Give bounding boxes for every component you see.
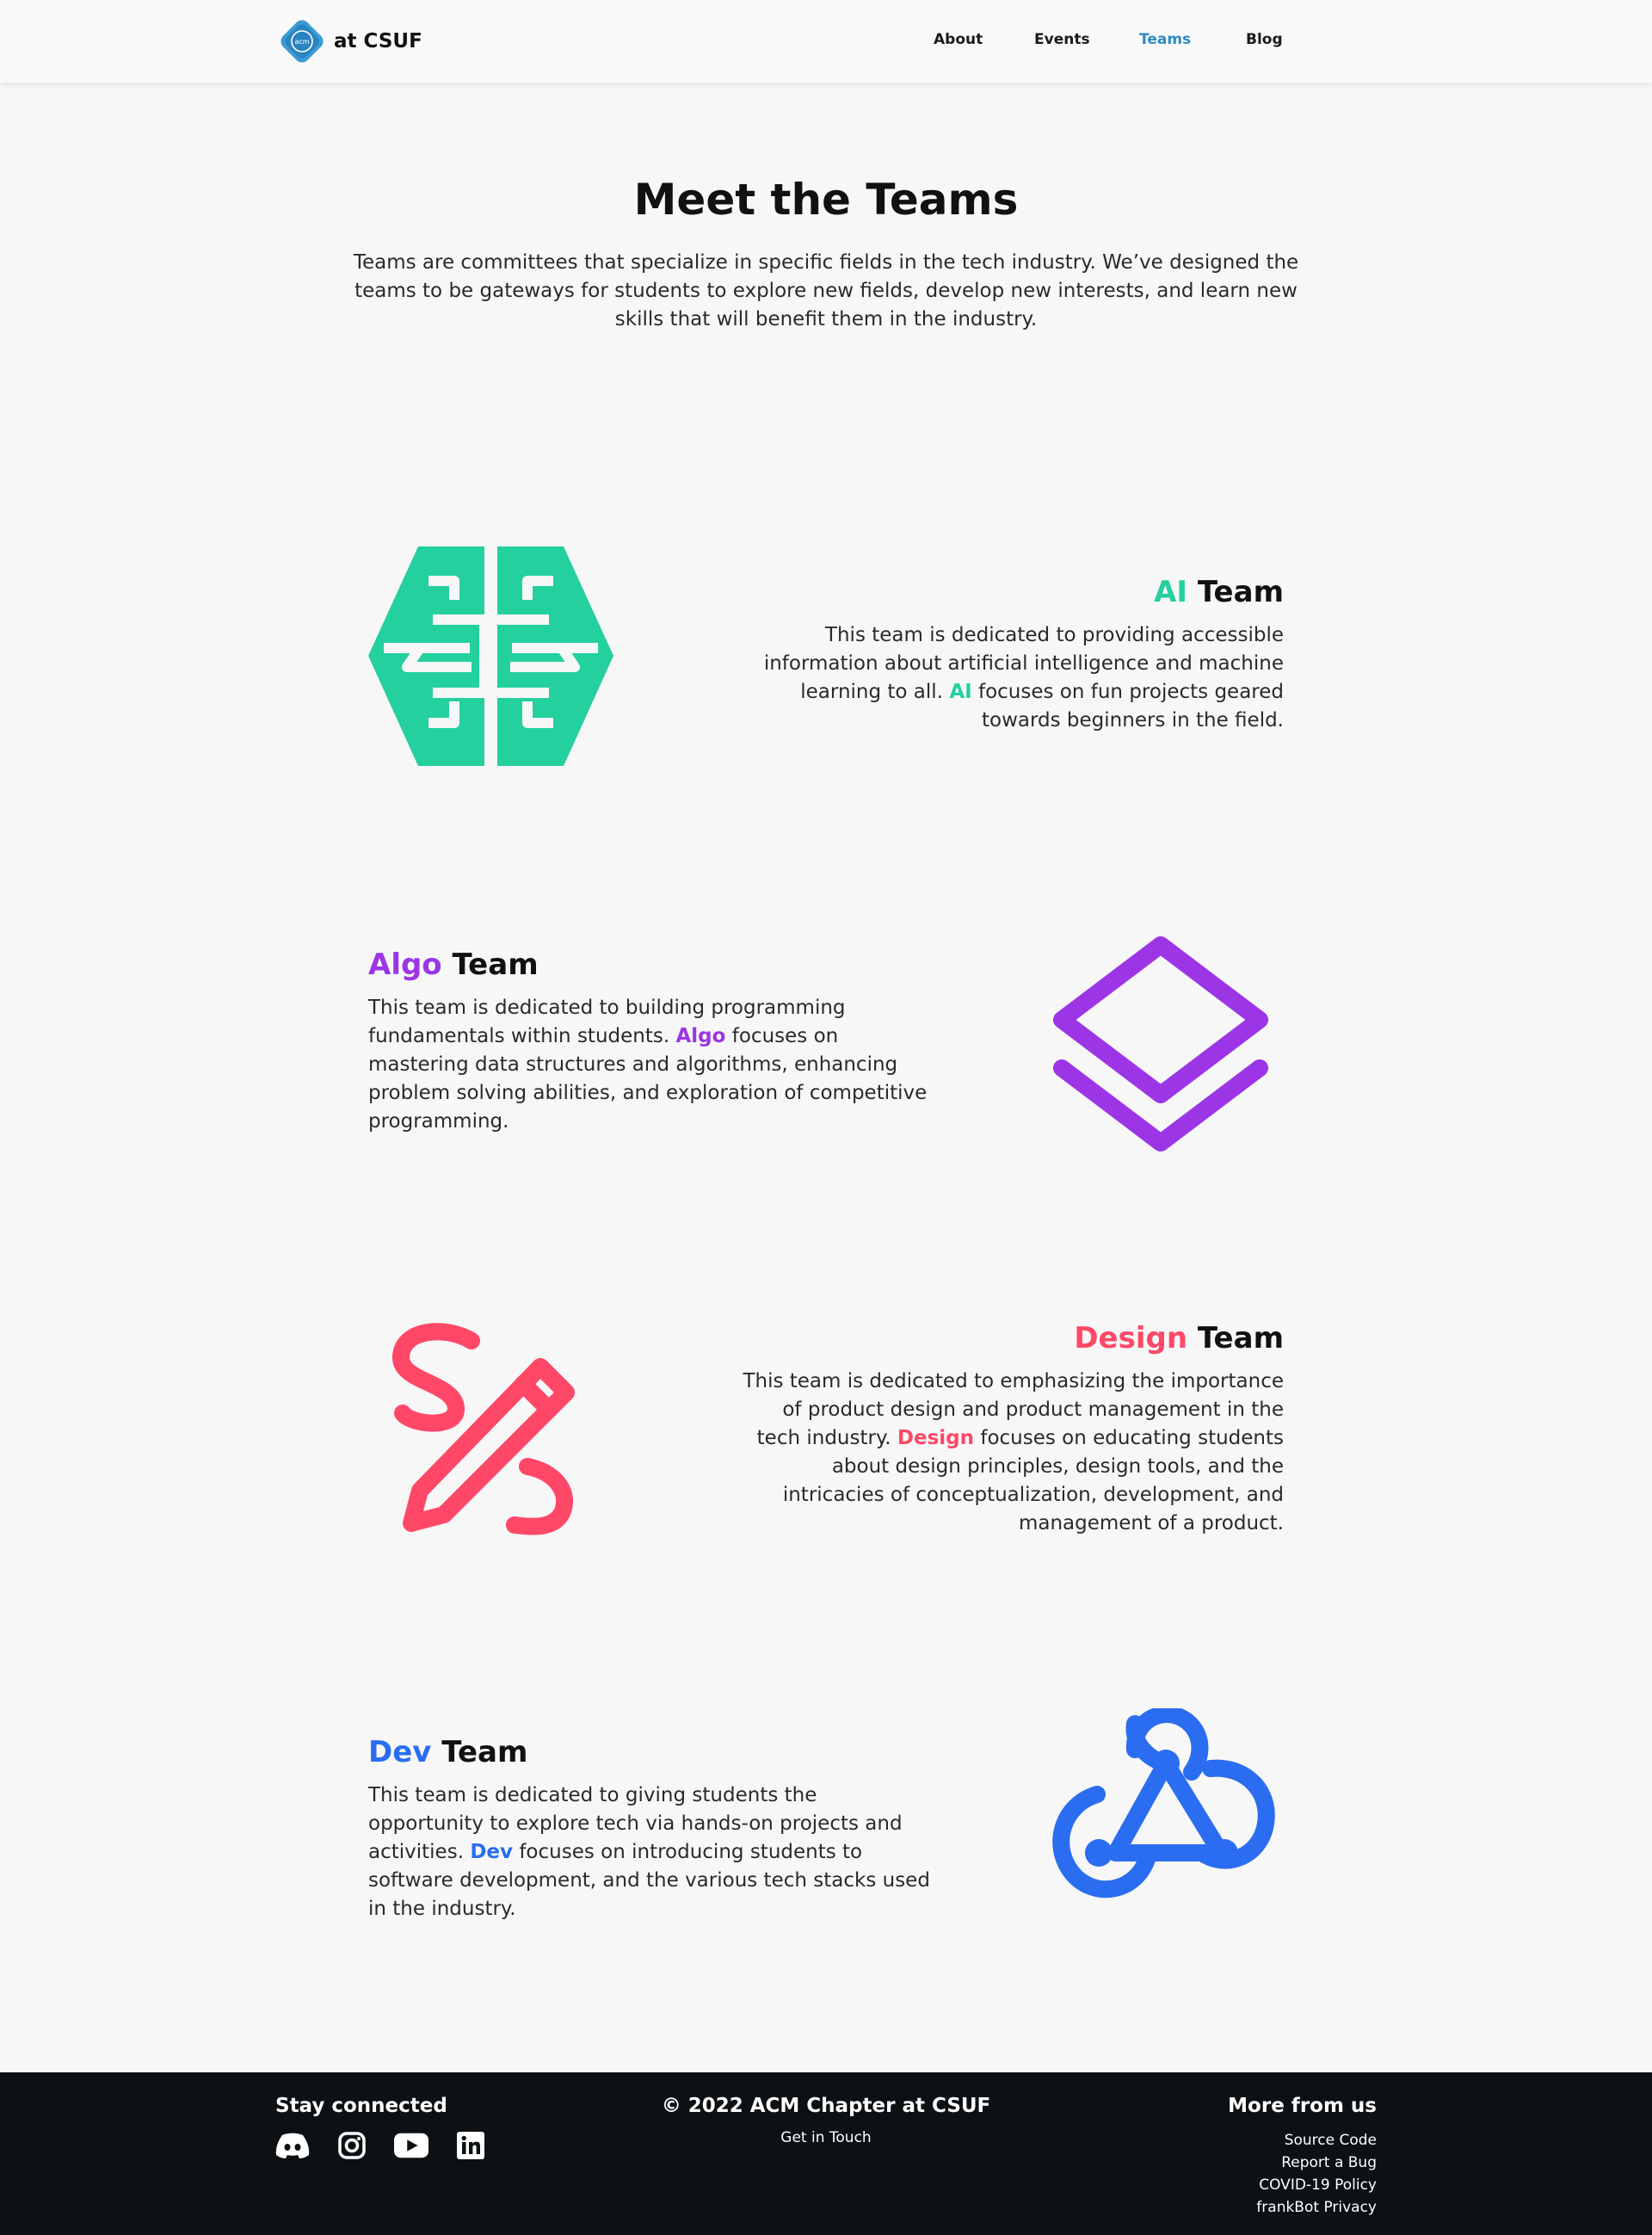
hero-description: Teams are committees that specialize in … xyxy=(353,251,1299,330)
nav-link-about[interactable]: About xyxy=(934,31,983,48)
frankbot-privacy-link[interactable]: frankBot Privacy xyxy=(1228,2196,1377,2219)
design-team-description: This team is dedicated to emphasizing th… xyxy=(733,1368,1284,1538)
footer-links: Source Code Report a Bug COVID-19 Policy… xyxy=(1228,2129,1377,2219)
ai-desc-highlight: AI xyxy=(949,681,972,703)
algo-desc-highlight: Algo xyxy=(675,1025,726,1047)
algo-team-title: Algo Team xyxy=(368,948,928,982)
footer-more-section: More from us Source Code Report a Bug CO… xyxy=(1228,2095,1377,2219)
brain-icon xyxy=(368,546,613,766)
algo-team-suffix: Team xyxy=(441,948,539,982)
nav-link-events[interactable]: Events xyxy=(1034,31,1090,48)
design-team-title: Design Team xyxy=(733,1321,1284,1355)
ai-team-section: AI Team This team is dedicated to provid… xyxy=(733,575,1284,735)
dev-team-suffix: Team xyxy=(431,1735,528,1769)
dev-team-name: Dev xyxy=(368,1735,432,1769)
footer-center-section: © 2022 ACM Chapter at CSUF Get in Touch xyxy=(0,2095,1652,2146)
ai-desc-after: focuses on fun projects geared towards b… xyxy=(971,681,1284,732)
report-bug-link[interactable]: Report a Bug xyxy=(1228,2152,1377,2174)
algo-team-description: This team is dedicated to building progr… xyxy=(368,994,928,1136)
dev-team-section: Dev Team This team is dedicated to givin… xyxy=(368,1735,936,1923)
dev-desc-highlight: Dev xyxy=(470,1841,514,1863)
dev-team-title: Dev Team xyxy=(368,1735,936,1769)
covid-policy-link[interactable]: COVID-19 Policy xyxy=(1228,2174,1377,2196)
page-title: Meet the Teams xyxy=(633,175,1019,225)
footer: Stay connected © 2022 ACM Chapter at CSU… xyxy=(0,2072,1652,2235)
algo-team-section: Algo Team This team is dedicated to buil… xyxy=(368,948,928,1136)
navbar: acm at CSUF About Events Teams Blog xyxy=(0,0,1652,83)
webhook-icon xyxy=(1052,1708,1275,1899)
source-code-link[interactable]: Source Code xyxy=(1228,2129,1377,2152)
design-team-section: Design Team This team is dedicated to em… xyxy=(733,1321,1284,1538)
design-team-name: Design xyxy=(1074,1321,1188,1355)
ai-team-title: AI Team xyxy=(733,575,1284,609)
copyright-text: © 2022 ACM Chapter at CSUF xyxy=(661,2095,991,2117)
dev-team-description: This team is dedicated to giving student… xyxy=(368,1781,936,1923)
layers-icon xyxy=(1053,936,1268,1151)
nav-link-teams[interactable]: Teams xyxy=(1139,31,1191,48)
design-team-suffix: Team xyxy=(1187,1321,1284,1355)
ai-team-suffix: Team xyxy=(1187,575,1284,609)
nav-links: About Events Teams Blog xyxy=(0,31,1652,53)
algo-team-name: Algo xyxy=(368,948,442,982)
design-desc-highlight: Design xyxy=(897,1427,975,1449)
ai-team-description: This team is dedicated to providing acce… xyxy=(733,621,1284,735)
nav-link-blog[interactable]: Blog xyxy=(1246,31,1283,48)
pencil-squiggle-icon xyxy=(392,1323,575,1535)
more-from-us-heading: More from us xyxy=(1228,2095,1377,2117)
get-in-touch-link[interactable]: Get in Touch xyxy=(780,2129,871,2146)
ai-team-name: AI xyxy=(1154,575,1188,609)
